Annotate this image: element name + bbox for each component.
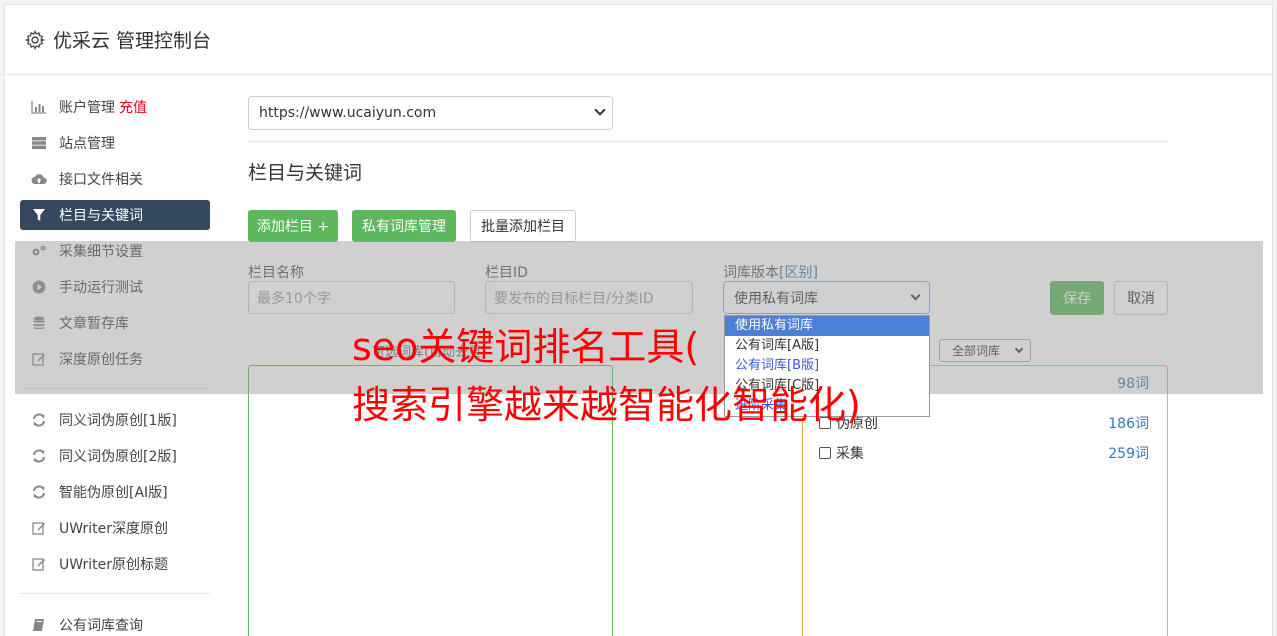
cloud-upload-icon	[31, 171, 47, 187]
site-select-value: https://www.ucaiyun.com	[259, 105, 437, 121]
sidebar-item-sites[interactable]: 站点管理	[20, 128, 210, 158]
site-select[interactable]: https://www.ucaiyun.com	[248, 96, 613, 130]
sidebar-item-synonym-v1[interactable]: 同义词伪原创[1版]	[20, 405, 210, 435]
sidebar-item-label: 同义词伪原创[2版]	[59, 449, 177, 465]
refresh-icon	[31, 412, 47, 428]
sidebar-divider	[20, 593, 210, 594]
library-count: 259词	[1108, 446, 1149, 462]
sidebar-item-synonym-v2[interactable]: 同义词伪原创[2版]	[20, 441, 210, 471]
watermark-line-2: 搜索引擎越来越智能化智能化)	[352, 383, 861, 427]
sidebar-item-label: 接口文件相关	[59, 172, 143, 188]
sidebar-item-label: 智能伪原创[AI版]	[59, 485, 168, 501]
chevron-down-icon	[594, 104, 606, 116]
sidebar-item-label: 站点管理	[59, 136, 115, 152]
sidebar-item-label: UWriter深度原创	[59, 521, 168, 537]
recharge-link[interactable]: 充值	[119, 97, 147, 117]
add-column-button[interactable]: 添加栏目 +	[248, 210, 338, 242]
divider	[248, 141, 1168, 142]
section-title: 栏目与关键词	[248, 162, 363, 184]
edit-icon	[31, 520, 47, 536]
dropdown-option[interactable]: 公有词库[B版]	[725, 356, 929, 376]
sidebar-item-uwriter-deep[interactable]: UWriter深度原创	[20, 513, 210, 543]
library-checkbox[interactable]	[819, 447, 831, 459]
library-count: 186词	[1108, 416, 1149, 432]
refresh-icon	[31, 484, 47, 500]
watermark-line-1: seo关键词排名工具(	[352, 325, 700, 369]
filter-icon	[31, 207, 47, 223]
edit-icon	[31, 556, 47, 572]
sidebar-item-ai-rewrite[interactable]: 智能伪原创[AI版]	[20, 477, 210, 507]
list-item[interactable]: 采集 259词	[819, 443, 1149, 463]
batch-add-column-button[interactable]: 批量添加栏目	[470, 210, 576, 242]
dropdown-option[interactable]: 使用私有词库	[725, 316, 929, 336]
sidebar-item-label: 公有词库查询	[59, 618, 143, 634]
sidebar-item-label: 账户管理	[59, 100, 115, 116]
page-title: 优采云 管理控制台	[53, 30, 212, 52]
refresh-icon	[31, 448, 47, 464]
modal-overlay	[15, 241, 1263, 394]
library-name: 采集	[836, 446, 864, 462]
book-icon	[31, 617, 47, 633]
sidebar-item-label: 栏目与关键词	[59, 208, 143, 224]
sidebar-item-interface[interactable]: 接口文件相关	[20, 164, 210, 194]
sidebar-item-columns[interactable]: 栏目与关键词	[20, 200, 210, 230]
sidebar-item-account[interactable]: 账户管理 充值	[20, 92, 210, 122]
gear-icon	[25, 29, 45, 50]
sidebar-item-uwriter-title[interactable]: UWriter原创标题	[20, 549, 210, 579]
bar-chart-icon	[31, 99, 47, 115]
header: 优采云 管理控制台	[5, 5, 1272, 75]
sidebar-item-public-lib[interactable]: 公有词库查询	[20, 610, 210, 636]
sidebar-item-label: 同义词伪原创[1版]	[59, 413, 177, 429]
dropdown-option[interactable]: 公有词库[A版]	[725, 336, 929, 356]
server-icon	[31, 135, 47, 151]
sidebar-item-label: UWriter原创标题	[59, 557, 168, 573]
private-library-button[interactable]: 私有词库管理	[352, 210, 456, 242]
